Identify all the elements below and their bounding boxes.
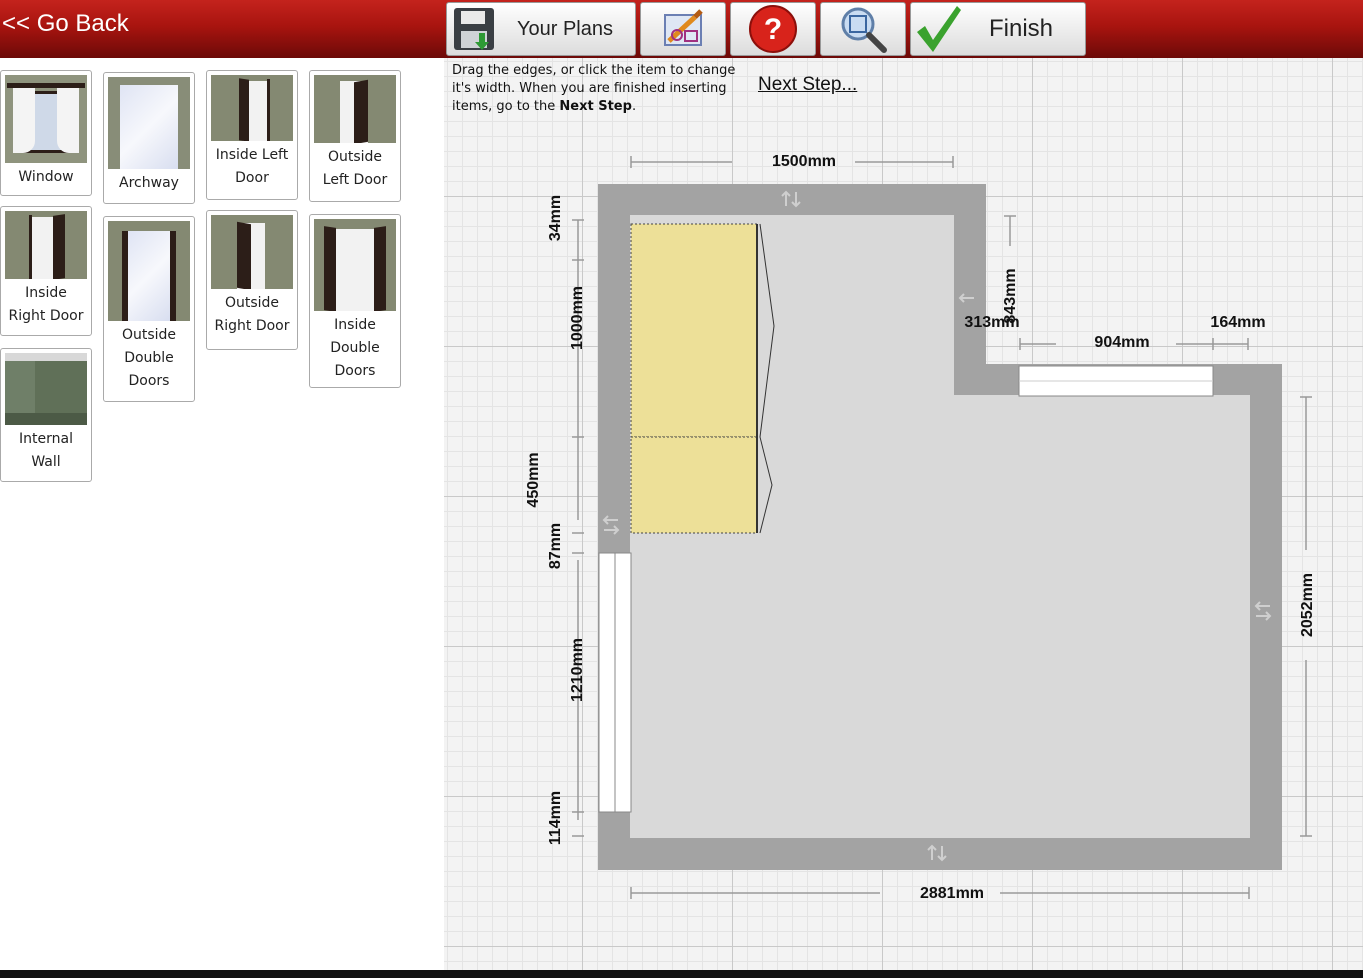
help-icon: ? bbox=[749, 5, 797, 53]
outside-left-door-thumbnail bbox=[314, 75, 396, 143]
label-line: Right Door bbox=[8, 308, 84, 324]
palette-internal-wall-label: Internal Wall bbox=[1, 428, 91, 474]
label-line: Doors bbox=[128, 373, 170, 389]
palette-archway[interactable]: Archway bbox=[103, 72, 195, 204]
palette-window-label: Window bbox=[18, 169, 74, 185]
dim-left-1210: 1210mm bbox=[569, 638, 586, 702]
palette-inside-right-door[interactable]: Inside Right Door bbox=[0, 206, 92, 336]
window-thumbnail bbox=[5, 75, 87, 163]
inside-right-door-thumbnail bbox=[5, 211, 87, 279]
room-design-icon bbox=[664, 9, 703, 46]
label-line: Double bbox=[124, 350, 174, 366]
svg-text:?: ? bbox=[764, 13, 782, 46]
internal-wall-thumbnail bbox=[5, 353, 87, 425]
dim-door-width: 904mm bbox=[1094, 334, 1149, 351]
zoom-icon bbox=[841, 7, 887, 53]
palette-archway-label: Archway bbox=[119, 175, 179, 191]
label-line: Door bbox=[235, 170, 269, 186]
floor-plan-drawing[interactable]: 1500mm 2881mm 904mm 164mm 313mm 843mm 20… bbox=[444, 58, 1363, 970]
label-line: Inside bbox=[25, 285, 67, 301]
palette-inside-double-doors-label: Inside Double Doors bbox=[310, 314, 400, 383]
palette-inside-right-door-label: Inside Right Door bbox=[1, 282, 91, 328]
palette-inside-double-doors[interactable]: Inside Double Doors bbox=[309, 214, 401, 388]
palette-outside-right-door-label: Outside Right Door bbox=[207, 292, 297, 338]
dim-top: 1500mm bbox=[772, 153, 836, 170]
label-line: Left Door bbox=[322, 172, 388, 188]
palette-internal-wall[interactable]: Internal Wall bbox=[0, 348, 92, 482]
instructions-bold: Next Step bbox=[559, 99, 632, 114]
label-line: Inside bbox=[334, 317, 376, 333]
room-tools-button[interactable] bbox=[640, 2, 726, 56]
dim-left-87: 87mm bbox=[547, 523, 564, 569]
go-back-link[interactable]: << Go Back bbox=[2, 10, 129, 38]
instructions-text: Drag the edges, or click the item to cha… bbox=[452, 62, 744, 116]
dim-left-34: 34mm bbox=[547, 195, 564, 241]
dim-notch-depth: 843mm bbox=[1002, 268, 1019, 323]
label-line: Internal bbox=[19, 431, 73, 447]
palette-window[interactable]: Window bbox=[0, 70, 92, 196]
archway-thumbnail bbox=[108, 77, 190, 169]
label-line: Outside bbox=[327, 149, 383, 165]
your-plans-button[interactable]: Your Plans bbox=[446, 2, 636, 56]
label-line: Wall bbox=[31, 454, 61, 470]
next-step-link[interactable]: Next Step... bbox=[758, 74, 857, 96]
outside-double-doors-thumbnail bbox=[108, 221, 190, 321]
help-button[interactable]: ? bbox=[730, 2, 816, 56]
cabinet-upper[interactable] bbox=[630, 223, 758, 438]
finish-label: Finish bbox=[989, 15, 1054, 42]
save-disk-icon bbox=[454, 8, 494, 50]
instructions-end: . bbox=[631, 99, 637, 114]
palette-outside-right-door[interactable]: Outside Right Door bbox=[206, 210, 298, 350]
your-plans-label: Your Plans bbox=[517, 17, 613, 40]
floor-plan-canvas[interactable]: 1500mm 2881mm 904mm 164mm 313mm 843mm 20… bbox=[444, 58, 1363, 970]
palette-inside-left-door-label: Inside Left Door bbox=[207, 144, 297, 190]
item-palette: Window Archway Inside Left Door Outside … bbox=[0, 58, 444, 970]
header-bar: << Go Back bbox=[0, 0, 444, 58]
label-line: Outside bbox=[224, 295, 280, 311]
finish-button[interactable]: Finish bbox=[910, 2, 1086, 56]
palette-outside-double-doors-label: Outside Double Doors bbox=[104, 324, 194, 393]
palette-inside-left-door[interactable]: Inside Left Door bbox=[206, 70, 298, 200]
cabinet-lower[interactable] bbox=[630, 436, 758, 534]
checkmark-icon bbox=[917, 6, 961, 52]
label-line: Inside Left bbox=[215, 147, 289, 163]
zoom-fit-button[interactable] bbox=[820, 2, 906, 56]
dim-left-450: 450mm bbox=[525, 452, 542, 507]
inside-double-doors-thumbnail bbox=[314, 219, 396, 311]
palette-outside-left-door[interactable]: Outside Left Door bbox=[309, 70, 401, 202]
inside-left-door-thumbnail bbox=[211, 75, 293, 141]
label-line: Right Door bbox=[214, 318, 290, 334]
label-line: Outside bbox=[121, 327, 177, 343]
outside-right-door-thumbnail bbox=[211, 215, 293, 289]
toolbar: Your Plans ? Finish bbox=[444, 0, 1363, 58]
dim-bottom: 2881mm bbox=[920, 885, 984, 902]
dim-right-offset: 164mm bbox=[1210, 314, 1265, 331]
palette-outside-left-door-label: Outside Left Door bbox=[310, 146, 400, 192]
label-line: Double bbox=[330, 340, 380, 356]
dim-left-1000: 1000mm bbox=[569, 286, 586, 350]
bottom-bar bbox=[0, 970, 1363, 978]
palette-outside-double-doors[interactable]: Outside Double Doors bbox=[103, 216, 195, 402]
label-line: Doors bbox=[334, 363, 376, 379]
dim-left-114: 114mm bbox=[547, 791, 564, 845]
dim-right: 2052mm bbox=[1299, 573, 1316, 637]
